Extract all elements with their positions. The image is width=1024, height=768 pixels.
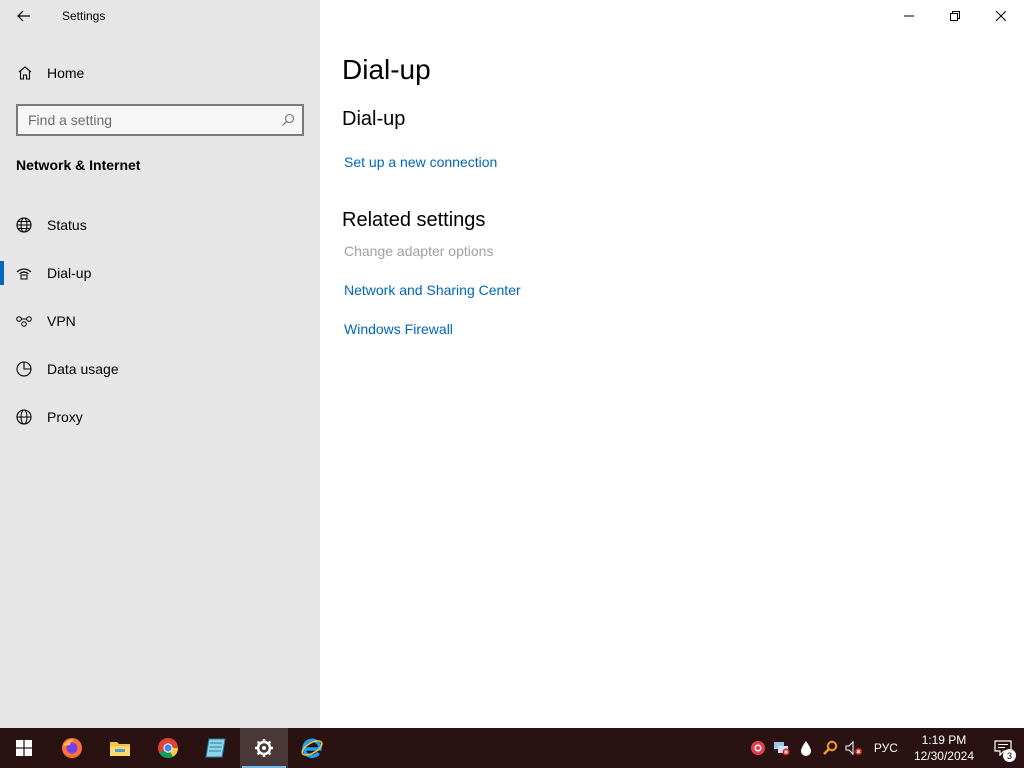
firefox-icon bbox=[62, 738, 82, 758]
tray-volume[interactable] bbox=[842, 728, 866, 768]
sidebar-item-label: VPN bbox=[47, 313, 76, 329]
sidebar-item-label: Status bbox=[47, 217, 87, 233]
search-tool-icon bbox=[823, 740, 838, 755]
windows-firewall-link[interactable]: Windows Firewall bbox=[344, 321, 453, 337]
taskbar-internet-explorer[interactable] bbox=[288, 728, 336, 768]
sidebar-section-title: Network & Internet bbox=[16, 157, 141, 173]
tray-antivirus[interactable] bbox=[746, 728, 770, 768]
page-title: Dial-up bbox=[342, 54, 431, 85]
network-error-icon bbox=[773, 742, 790, 756]
sidebar-item-proxy[interactable]: Proxy bbox=[0, 393, 320, 441]
settings-gear-icon bbox=[255, 739, 273, 757]
restore-icon bbox=[950, 11, 960, 21]
sidebar-item-status[interactable]: Status bbox=[0, 201, 320, 249]
close-button[interactable] bbox=[978, 0, 1024, 32]
home-icon bbox=[17, 65, 33, 81]
globe-status-icon bbox=[15, 216, 33, 234]
section-title: Dial-up bbox=[342, 108, 406, 130]
taskbar: РУС 1:19 PM 12/30/2024 3 bbox=[0, 728, 1024, 768]
close-icon bbox=[996, 11, 1006, 21]
action-center-button[interactable]: 3 bbox=[982, 728, 1024, 768]
sidebar-item-vpn[interactable]: VPN bbox=[0, 297, 320, 345]
setup-new-connection-link[interactable]: Set up a new connection bbox=[344, 154, 497, 170]
data-usage-icon bbox=[15, 360, 33, 378]
dialup-icon bbox=[15, 264, 33, 282]
back-button[interactable] bbox=[0, 0, 48, 32]
back-arrow-icon bbox=[17, 10, 30, 22]
network-sharing-center-link[interactable]: Network and Sharing Center bbox=[344, 282, 521, 298]
taskbar-settings[interactable] bbox=[240, 728, 288, 768]
home-nav-item[interactable]: Home bbox=[0, 57, 320, 89]
window-controls bbox=[886, 0, 1024, 32]
start-button[interactable] bbox=[0, 728, 48, 768]
minimize-icon bbox=[904, 15, 914, 17]
search-input[interactable] bbox=[18, 112, 274, 128]
sidebar-item-label: Proxy bbox=[47, 409, 83, 425]
restore-button[interactable] bbox=[932, 0, 978, 32]
sidebar: Settings Home Network & Internet Status … bbox=[0, 0, 320, 728]
search-box[interactable] bbox=[16, 104, 304, 136]
clock-time: 1:19 PM bbox=[921, 733, 967, 747]
taskbar-file-explorer[interactable] bbox=[96, 728, 144, 768]
notification-count-badge: 3 bbox=[1003, 749, 1016, 762]
change-adapter-options-link[interactable]: Change adapter options bbox=[344, 243, 493, 259]
app-title: Settings bbox=[62, 9, 106, 23]
tray-network[interactable] bbox=[770, 728, 794, 768]
clock-date: 12/30/2024 bbox=[913, 749, 974, 763]
system-tray: РУС 1:19 PM 12/30/2024 3 bbox=[746, 728, 1024, 768]
related-settings-title: Related settings bbox=[342, 209, 486, 231]
taskbar-firefox[interactable] bbox=[48, 728, 96, 768]
sidebar-nav: Status Dial-up VPN Data usage Proxy bbox=[0, 201, 320, 441]
title-bar: Settings bbox=[0, 0, 320, 32]
volume-muted-icon bbox=[845, 740, 862, 756]
taskbar-chrome[interactable] bbox=[144, 728, 192, 768]
notepad-icon bbox=[205, 738, 226, 758]
sidebar-item-label: Data usage bbox=[47, 361, 119, 377]
antivirus-icon bbox=[750, 741, 765, 755]
search-icon[interactable] bbox=[274, 113, 302, 127]
sidebar-item-data-usage[interactable]: Data usage bbox=[0, 345, 320, 393]
minimize-button[interactable] bbox=[886, 0, 932, 32]
globe-proxy-icon bbox=[15, 408, 33, 426]
sidebar-item-dial-up[interactable]: Dial-up bbox=[0, 249, 320, 297]
language-indicator[interactable]: РУС bbox=[866, 741, 906, 755]
taskbar-notepad[interactable] bbox=[192, 728, 240, 768]
tray-drop[interactable] bbox=[794, 728, 818, 768]
tray-search-tool[interactable] bbox=[818, 728, 842, 768]
windows-start-icon bbox=[16, 740, 32, 756]
drop-icon bbox=[800, 741, 811, 756]
file-explorer-icon bbox=[110, 742, 130, 756]
sidebar-item-label: Dial-up bbox=[47, 265, 92, 281]
internet-explorer-icon bbox=[301, 738, 323, 759]
clock[interactable]: 1:19 PM 12/30/2024 bbox=[906, 732, 982, 764]
home-label: Home bbox=[47, 65, 85, 81]
vpn-icon bbox=[15, 312, 33, 330]
chrome-icon bbox=[158, 738, 179, 759]
